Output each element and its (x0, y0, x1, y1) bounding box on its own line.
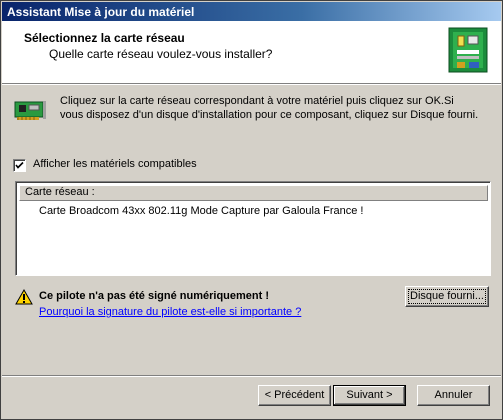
list-column-header[interactable]: Carte réseau : (19, 185, 488, 201)
window-title: Assistant Mise à jour du matériel (7, 5, 195, 19)
show-compatible-label[interactable]: Afficher les matériels compatibles (33, 158, 197, 170)
checkmark-icon (15, 161, 24, 169)
list-item[interactable]: Carte Broadcom 43xx 802.11g Mode Capture… (39, 205, 363, 217)
unsigned-driver-warning: Ce pilote n'a pas été signé numériquemen… (39, 290, 269, 302)
footer-separator (2, 375, 501, 377)
hardware-wizard-icon (448, 27, 488, 73)
wizard-window: Assistant Mise à jour du matériel Sélect… (0, 0, 503, 420)
wizard-header: Sélectionnez la carte réseau Quelle cart… (2, 21, 501, 84)
warning-icon (15, 289, 33, 305)
title-bar[interactable]: Assistant Mise à jour du matériel (2, 2, 501, 21)
show-compatible-checkbox[interactable] (13, 159, 26, 172)
list-header-label: Carte réseau : (25, 186, 95, 198)
network-card-list[interactable]: Carte réseau : Carte Broadcom 43xx 802.1… (15, 181, 491, 276)
header-subtitle: Quelle carte réseau voulez-vous installe… (49, 47, 273, 61)
back-button[interactable]: < Précédent (258, 385, 331, 406)
have-disk-button[interactable]: Disque fourni... (405, 286, 489, 307)
header-title: Sélectionnez la carte réseau (24, 31, 185, 45)
next-button[interactable]: Suivant > (333, 385, 406, 406)
network-card-icon (14, 101, 46, 120)
signature-info-link[interactable]: Pourquoi la signature du pilote est-elle… (39, 306, 301, 318)
instructions-text: Cliquez sur la carte réseau correspondan… (60, 95, 479, 121)
cancel-button[interactable]: Annuler (417, 385, 490, 406)
